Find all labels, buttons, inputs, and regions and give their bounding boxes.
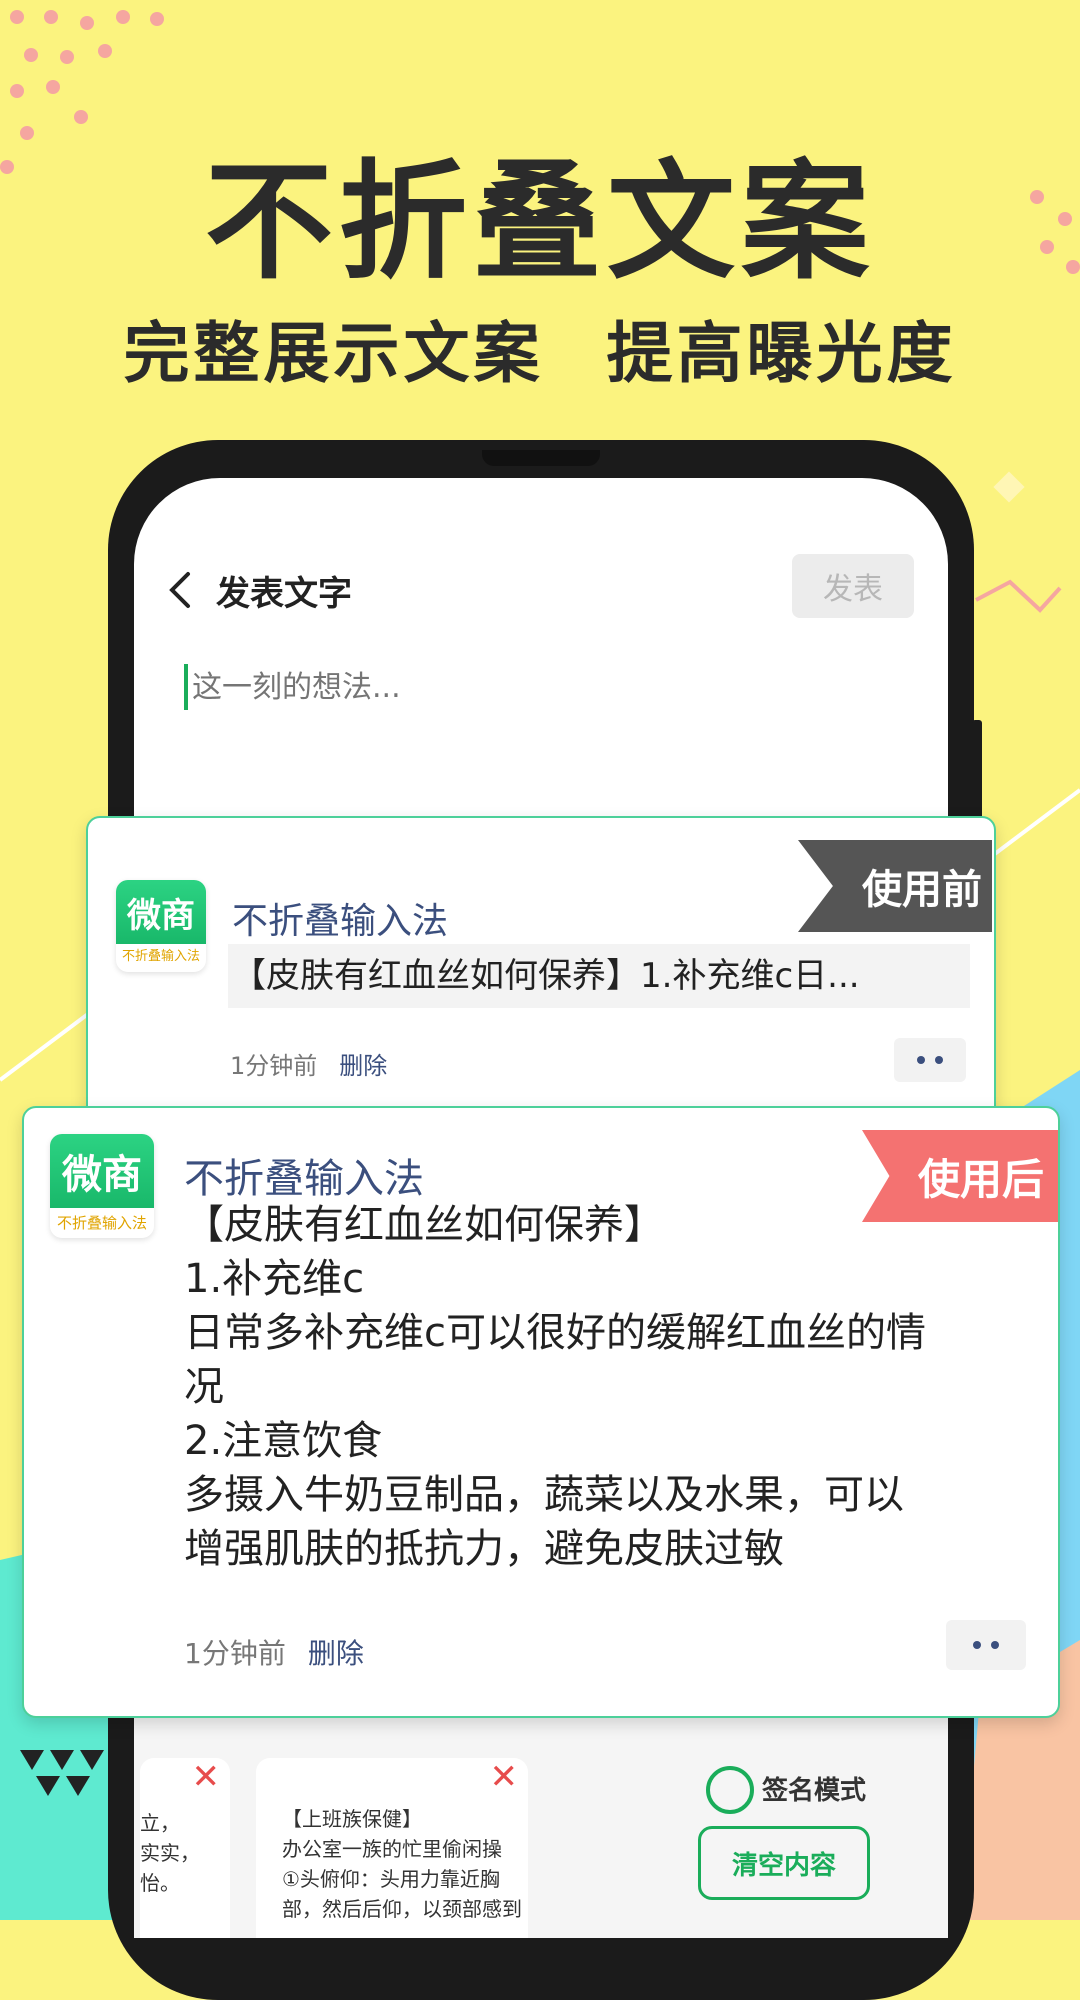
post-line: 日常多补充维c可以很好的缓解红血丝的情 xyxy=(184,1310,926,1356)
post-meta: 1分钟前 删除 xyxy=(184,1632,364,1672)
more-options-button[interactable] xyxy=(894,1038,966,1082)
screen-title: 发表文字 xyxy=(216,574,352,614)
hero-subtitle-right: 提高曝光度 xyxy=(606,315,957,392)
app-logo-top: 微商 xyxy=(50,1134,154,1208)
thumb-line: 怡。 xyxy=(140,1871,180,1895)
clear-content-button[interactable]: 清空内容 xyxy=(698,1826,870,1900)
dot-icon xyxy=(991,1641,999,1649)
hero-title: 不折叠文案 xyxy=(204,148,875,297)
post-line: 1.补充维c xyxy=(184,1256,365,1302)
post-card-after: 微商 不折叠输入法 不折叠输入法 【皮肤有红血丝如何保养】 1.补充维c 日常多… xyxy=(22,1106,1060,1718)
post-line: 2.注意饮食 xyxy=(184,1418,383,1464)
author-name[interactable]: 不折叠输入法 xyxy=(232,892,448,944)
post-text-input[interactable] xyxy=(192,669,692,705)
app-logo-bottom: 不折叠输入法 xyxy=(56,1214,147,1232)
thumb-line: 办公室一族的忙里偷闲操 xyxy=(282,1837,502,1861)
author-name[interactable]: 不折叠输入法 xyxy=(184,1146,424,1204)
more-options-button[interactable] xyxy=(946,1620,1026,1670)
close-icon[interactable]: ✕ xyxy=(192,1760,221,1794)
after-tag: 使用后 xyxy=(862,1130,1058,1222)
thumb-mid-text: 【上班族保健】 办公室一族的忙里偷闲操 ①头俯仰：头用力靠近胸 部，然后后仰，以… xyxy=(256,1758,528,1924)
draft-thumbnail-left[interactable]: 立， 实实， 怡。 ✕ xyxy=(140,1758,230,1938)
close-icon[interactable]: ✕ xyxy=(490,1760,519,1794)
signature-mode-radio[interactable] xyxy=(706,1766,754,1814)
folded-post-text[interactable]: 【皮肤有红血丝如何保养】1.补充维c日... xyxy=(228,944,970,1008)
post-line: 况 xyxy=(184,1364,224,1410)
draft-thumbnail-middle[interactable]: 【上班族保健】 办公室一族的忙里偷闲操 ①头俯仰：头用力靠近胸 部，然后后仰，以… xyxy=(256,1758,528,1938)
delete-link[interactable]: 删除 xyxy=(339,1052,387,1080)
thumb-line: ①头俯仰：头用力靠近胸 xyxy=(282,1867,500,1891)
app-logo: 微商 不折叠输入法 xyxy=(116,880,206,972)
delete-link[interactable]: 删除 xyxy=(308,1637,364,1670)
dot-icon xyxy=(917,1056,925,1064)
back-arrow-icon[interactable] xyxy=(162,570,202,610)
post-line: 增强肌肤的抵抗力，避免皮肤过敏 xyxy=(184,1526,784,1572)
post-card-before: 微商 不折叠输入法 不折叠输入法 【皮肤有红血丝如何保养】1.补充维c日... … xyxy=(86,816,996,1120)
post-line: 多摄入牛奶豆制品，蔬菜以及水果，可以 xyxy=(184,1472,904,1518)
signature-mode-label: 签名模式 xyxy=(762,1776,867,1806)
thumb-line: 实实， xyxy=(140,1841,200,1865)
thumb-line: 【上班族保健】 xyxy=(282,1807,422,1831)
dot-icon xyxy=(935,1056,943,1064)
phone-notch xyxy=(482,450,600,466)
app-logo: 微商 不折叠输入法 xyxy=(50,1134,154,1238)
expanded-post-text[interactable]: 【皮肤有红血丝如何保养】 1.补充维c 日常多补充维c可以很好的缓解红血丝的情 … xyxy=(184,1198,1024,1576)
hero-subtitle-left: 完整展示文案 xyxy=(123,315,544,392)
composer xyxy=(184,664,692,710)
before-tag: 使用前 xyxy=(798,840,992,932)
post-meta: 1分钟前 删除 xyxy=(230,1046,387,1081)
thumb-line: 立， xyxy=(140,1811,180,1835)
post-time: 1分钟前 xyxy=(230,1052,318,1080)
hero-subtitle: 完整展示文案 提高曝光度 xyxy=(0,300,1080,396)
dot-icon xyxy=(973,1641,981,1649)
post-time: 1分钟前 xyxy=(184,1637,286,1670)
publish-button[interactable]: 发表 xyxy=(792,554,914,618)
app-logo-top: 微商 xyxy=(116,880,206,944)
text-cursor xyxy=(184,664,188,710)
app-logo-bottom: 不折叠输入法 xyxy=(121,949,200,964)
